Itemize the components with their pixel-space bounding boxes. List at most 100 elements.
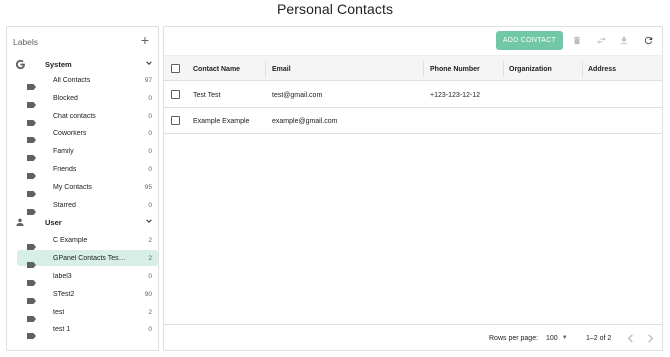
page-title: Personal Contacts [276,1,394,17]
label-item-all-contacts[interactable]: All Contacts 97 [17,72,158,90]
label-name: label3 [53,272,72,280]
table-pagination: Rows per page: 100 ▼ 1–2 of 2 [164,324,662,350]
column-header-organization[interactable]: Organization [509,56,552,82]
rows-per-page-value: 100 [546,334,558,342]
rows-per-page-select[interactable]: 100 ▼ [546,325,568,351]
refresh-icon[interactable] [642,34,654,46]
label-count: 0 [148,129,152,137]
group-system[interactable]: System [13,56,153,72]
label-icon [27,148,36,161]
chevron-down-icon[interactable] [145,217,153,227]
label-item-stest2[interactable]: STest2 90 [17,286,158,304]
label-item-chat-contacts[interactable]: Chat contacts 0 [17,108,158,126]
group-user[interactable]: User [13,214,153,230]
label-count: 0 [148,112,152,120]
label-name: Coworkers [53,129,87,137]
table-row[interactable]: Example Example example@gmail.com [164,108,662,134]
label-icon [27,273,36,286]
column-header-contact-name[interactable]: Contact Name [193,56,240,82]
toolbar: ADD CONTACT [164,27,662,55]
label-item-test[interactable]: test 2 [17,304,158,322]
label-item-test-1[interactable]: test 1 0 [17,321,158,339]
group-name: System [45,59,72,69]
chevron-right-icon[interactable] [645,333,655,343]
label-icon [27,291,36,304]
google-icon [13,57,27,71]
label-icon [27,326,36,339]
label-count: 0 [148,94,152,102]
label-icon [27,255,36,268]
row-checkbox[interactable] [171,116,180,125]
column-header-email[interactable]: Email [272,56,291,82]
column-divider [582,61,583,77]
chevron-left-icon[interactable] [625,333,635,343]
group-name: User [45,217,62,227]
label-name: Friends [53,165,77,173]
label-name: GPanel Contacts Tes… [53,254,126,262]
row-checkbox[interactable] [171,90,180,99]
column-header-phone-number[interactable]: Phone Number [430,56,480,82]
labels-heading: Labels [13,37,39,47]
label-count: 2 [148,236,152,244]
chevron-down-icon[interactable] [145,59,153,69]
column-header-address[interactable]: Address [588,56,616,82]
add-contact-button[interactable]: ADD CONTACT [496,31,563,50]
contact-name-cell: Example Example [193,117,250,125]
label-item-friends[interactable]: Friends 0 [17,161,158,179]
contacts-panel: ADD CONTACT Contact Name Email Phone Num… [163,26,663,351]
column-divider [503,61,504,77]
label-icon [27,130,36,143]
rows-per-page-label: Rows per page: [489,334,539,342]
label-item-my-contacts[interactable]: My Contacts 95 [17,179,158,197]
label-count: 0 [148,165,152,173]
label-name: All Contacts [53,76,91,84]
label-name: test [53,308,65,316]
plus-icon[interactable]: + [138,33,152,47]
label-icon [27,202,36,215]
label-count: 95 [144,183,152,191]
label-count: 0 [148,201,152,209]
label-icon [27,113,36,126]
label-name: My Contacts [53,183,92,191]
labels-sidebar: Labels + System All Contacts 97 Blocked … [6,26,159,351]
label-name: STest2 [53,290,75,298]
label-icon [27,166,36,179]
column-divider [423,61,424,77]
label-icon [27,309,36,322]
label-name: Starred [53,201,76,209]
label-icon [27,184,36,197]
label-name: test 1 [53,325,71,333]
label-count: 2 [148,254,152,262]
label-item-gpanel-contacts-test[interactable]: GPanel Contacts Tes… 2 [17,250,158,268]
label-item-starred[interactable]: Starred 0 [17,197,158,215]
label-name: C Example [53,236,88,244]
label-item-label3[interactable]: label3 0 [17,268,158,286]
label-icon [27,237,36,250]
label-item-c-example[interactable]: C Example 2 [17,232,158,250]
select-all-checkbox[interactable] [171,64,180,73]
label-count: 90 [144,290,152,298]
swap-icon[interactable] [595,34,607,46]
label-icon [27,95,36,108]
delete-icon[interactable] [571,34,583,46]
label-name: Family [53,147,74,155]
contact-name-cell: Test Test [193,91,221,99]
download-icon[interactable] [618,34,630,46]
phone-cell: +123-123-12-12 [430,91,481,99]
label-item-family[interactable]: Family 0 [17,143,158,161]
label-item-blocked[interactable]: Blocked 0 [17,90,158,108]
email-cell: test@gmail.com [272,91,323,99]
label-name: Blocked [53,94,78,102]
label-icon [27,77,36,90]
email-cell: example@gmail.com [272,117,338,125]
table-header: Contact Name Email Phone Number Organiza… [164,55,662,81]
label-count: 0 [148,325,152,333]
label-item-coworkers[interactable]: Coworkers 0 [17,125,158,143]
caret-down-icon: ▼ [561,335,568,341]
label-count: 0 [148,272,152,280]
table-row[interactable]: Test Test test@gmail.com +123-123-12-12 [164,82,662,108]
label-count: 2 [148,308,152,316]
column-divider [265,61,266,77]
person-icon [13,215,27,229]
pagination-range: 1–2 of 2 [586,334,612,342]
